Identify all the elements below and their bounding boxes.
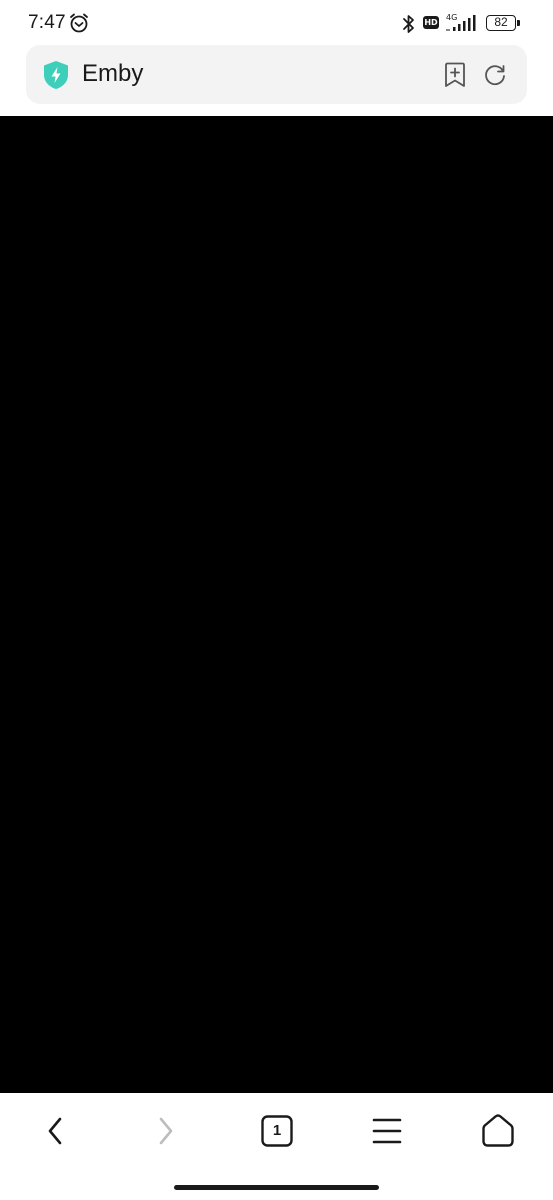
- page-title[interactable]: Emby: [82, 59, 143, 89]
- hd-icon: HD: [423, 16, 439, 29]
- menu-icon[interactable]: [365, 1110, 409, 1152]
- tabs-icon[interactable]: 1: [255, 1110, 299, 1152]
- home-indicator[interactable]: [174, 1185, 379, 1190]
- refresh-icon[interactable]: [482, 62, 508, 88]
- battery-tip: [517, 20, 520, 26]
- status-time: 7:47: [28, 12, 66, 33]
- bookmark-add-icon[interactable]: [443, 62, 467, 88]
- signal-icon: [446, 14, 480, 32]
- status-bar: 7:47 HD 4G 82: [0, 0, 553, 44]
- back-icon[interactable]: [33, 1110, 77, 1152]
- tab-count: 1: [272, 1122, 282, 1139]
- shield-icon[interactable]: [42, 60, 70, 90]
- home-icon[interactable]: [476, 1110, 520, 1152]
- battery-icon: 82: [486, 15, 516, 31]
- alarm-icon: [68, 12, 90, 34]
- battery-level: 82: [494, 15, 508, 29]
- web-content-area[interactable]: [0, 116, 553, 1093]
- bluetooth-icon: [400, 13, 418, 35]
- forward-icon[interactable]: [144, 1110, 188, 1152]
